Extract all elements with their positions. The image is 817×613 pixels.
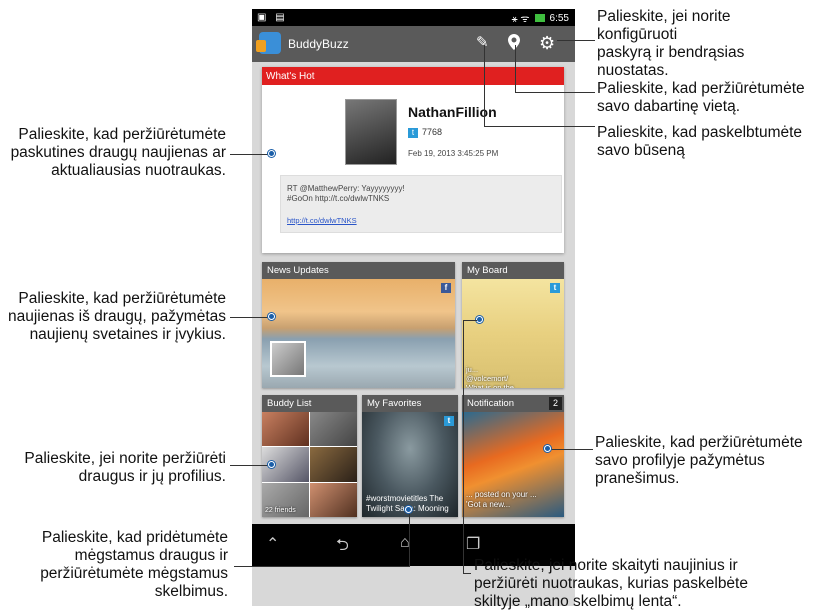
clock: 6:55: [549, 12, 569, 24]
buddy-photo[interactable]: [310, 447, 357, 482]
tile-label: My Board: [462, 262, 564, 279]
post-content[interactable]: RT @MatthewPerry: Yayyyyyyyy! #GoOn http…: [280, 175, 562, 233]
buddy-count: 22 friends: [265, 507, 296, 514]
location-pin-icon[interactable]: [508, 34, 520, 55]
notification-count-badge: 2: [549, 397, 562, 410]
menu-up-icon[interactable]: ⌃: [266, 534, 279, 554]
twitter-icon: t: [408, 128, 418, 138]
facebook-icon: f: [441, 283, 451, 293]
callout-whats-hot: Palieskite, kad peržiūrėtumėte paskutine…: [10, 126, 226, 179]
tile-label: News Updates: [262, 262, 455, 279]
callout-status: Palieskite, kad paskelbtumėte savo būsen…: [597, 124, 803, 159]
tile-label: Buddy List: [262, 395, 357, 412]
back-icon[interactable]: ⮌: [336, 534, 349, 561]
callout-my-favorites: Palieskite, kad pridėtumėte mėgstamus dr…: [40, 529, 228, 600]
buddybuzz-logo-icon: [256, 32, 281, 54]
compose-status-icon[interactable]: ✎: [476, 34, 489, 52]
notification-overlay-text: ... posted on your ... 'Got a new...: [466, 490, 537, 509]
callout-buddy-list: Palieskite, jei norite peržiūrėti draugu…: [24, 450, 226, 485]
callout-settings: Palieskite, jei norite konfigūruoti pask…: [597, 8, 745, 79]
tile-news-updates[interactable]: News Updates f: [262, 262, 455, 388]
buddy-photo[interactable]: [262, 412, 309, 447]
news-photo: f: [262, 279, 455, 388]
status-bar: ▣ ▤ ⚹ ᯤ 6:55: [252, 9, 575, 26]
follower-count: 7768: [422, 127, 443, 137]
signal-icon: ⚹ ᯤ: [511, 14, 530, 25]
battery-icon: [534, 14, 545, 22]
tile-my-board[interactable]: My Board t ju... @volcemort/ What is on …: [462, 262, 564, 388]
board-photo: t ju... @volcemort/ What is on the...: [462, 279, 564, 388]
settings-gear-icon[interactable]: ⚙: [539, 34, 555, 52]
board-overlay-text: ju... @volcemort/ What is on the...: [466, 365, 521, 388]
callout-news-updates: Palieskite, kad peržiūrėtumėte naujienas…: [8, 290, 226, 343]
callout-notification: Palieskite, kad peržiūrėtumėte savo prof…: [595, 434, 803, 487]
action-bar: BuddyBuzz ✎ ⚙: [252, 26, 575, 62]
status-right: ⚹ ᯤ 6:55: [511, 11, 569, 26]
avatar[interactable]: [345, 99, 397, 165]
notification-icons: ▣ ▤: [257, 12, 288, 23]
news-thumbnail: [270, 341, 306, 377]
notification-photo: ... posted on your ... 'Got a new...: [462, 412, 564, 517]
callout-my-board: Palieskite, jei norite skaityti naujiniu…: [474, 557, 748, 610]
app-title: BuddyBuzz: [288, 37, 349, 51]
tile-buddy-list[interactable]: Buddy List 22 friends: [262, 395, 357, 517]
tile-label: My Favorites: [362, 395, 458, 412]
whats-hot-card[interactable]: What's Hot NathanFillion t 7768 Feb 19, …: [262, 67, 564, 253]
post-text: RT @MatthewPerry: Yayyyyyyyy! #GoOn http…: [287, 184, 405, 203]
tablet-screen: ▣ ▤ ⚹ ᯤ 6:55 BuddyBuzz ✎ ⚙ What's Hot Na…: [252, 9, 575, 606]
twitter-icon: t: [444, 416, 454, 426]
post-link[interactable]: http://t.co/dwlwTNKS: [287, 216, 357, 225]
post-timestamp: Feb 19, 2013 3:45:25 PM: [408, 149, 499, 158]
twitter-icon: t: [550, 283, 560, 293]
tile-my-favorites[interactable]: My Favorites t #worstmovietitles The Twi…: [362, 395, 458, 517]
callout-location: Palieskite, kad peržiūrėtumėte savo daba…: [597, 80, 805, 115]
recent-apps-icon[interactable]: ❐: [466, 534, 480, 554]
tile-notification[interactable]: Notification 2 ... posted on your ... 'G…: [462, 395, 564, 517]
buddy-photo[interactable]: [310, 412, 357, 447]
buddy-grid: [262, 412, 357, 517]
favorites-photo: t #worstmovietitles The Twilight Saga: M…: [362, 412, 458, 517]
whats-hot-header: What's Hot: [262, 67, 564, 85]
buddy-photo[interactable]: [310, 482, 357, 517]
